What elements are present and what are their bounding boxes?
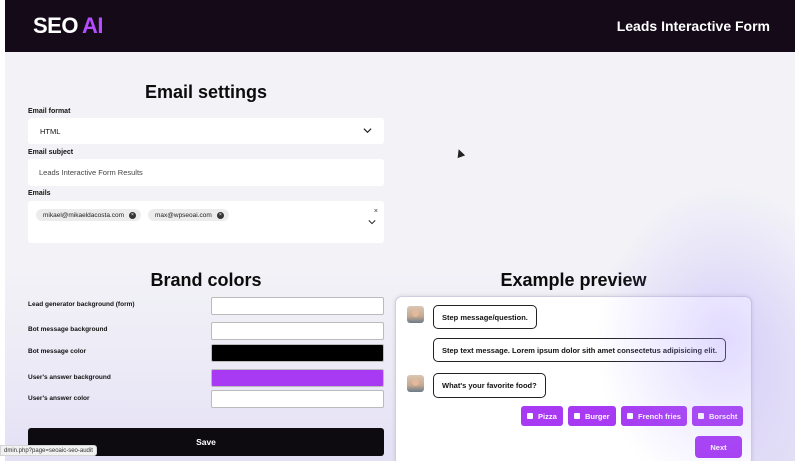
app-frame: SEO AI Leads Interactive Form Email sett…: [5, 0, 795, 461]
mouse-cursor-icon: [454, 147, 466, 159]
option-label: Burger: [585, 411, 610, 421]
top-header: SEO AI Leads Interactive Form: [5, 0, 795, 52]
remove-chip-icon[interactable]: ×: [129, 211, 137, 219]
email-subject-label: Email subject: [28, 149, 74, 156]
page-title: Leads Interactive Form: [616, 18, 770, 34]
brand-colors-heading: Brand colors: [150, 270, 262, 290]
option-label: French fries: [638, 411, 681, 421]
email-format-value: HTML: [40, 126, 61, 136]
clear-all-icon[interactable]: ×: [374, 208, 378, 215]
email-subject-input[interactable]: Leads Interactive Form Results: [28, 159, 384, 186]
option-pizza[interactable]: Pizza: [521, 406, 563, 426]
bot-question-bubble: What's your favorite food?: [433, 373, 546, 398]
bot-message-bubble: Step message/question.: [433, 305, 537, 329]
next-button[interactable]: Next: [695, 436, 742, 458]
email-format-select[interactable]: HTML: [28, 118, 384, 144]
email-format-label: Email format: [28, 108, 71, 115]
remove-chip-icon[interactable]: ×: [216, 211, 224, 219]
checkbox-icon: [627, 413, 633, 419]
bot-bg-color-swatch[interactable]: [211, 322, 384, 340]
status-bar-url: dmin.php?page=seoaic-seo-audit: [0, 445, 97, 456]
brand-color-label: User's answer background: [28, 374, 111, 381]
option-label: Pizza: [538, 411, 557, 421]
logo-seo-text: SEO: [33, 13, 78, 38]
option-french-fries[interactable]: French fries: [621, 406, 687, 426]
emails-multiselect[interactable]: mikael@mikaeldacosta.com × max@wpseoai.c…: [28, 201, 384, 243]
email-chip: max@wpseoai.com ×: [148, 209, 229, 221]
user-text-color-swatch[interactable]: [211, 390, 384, 408]
bot-avatar: [407, 306, 424, 323]
bot-avatar: [407, 375, 424, 392]
email-chip-text: max@wpseoai.com: [155, 211, 212, 219]
logo-ai-text: AI: [81, 13, 104, 38]
example-preview-heading: Example preview: [500, 270, 647, 290]
chat-preview-panel: Step message/question. Step text message…: [395, 296, 752, 461]
checkbox-icon: [698, 413, 704, 419]
brand-color-label: User's answer color: [28, 395, 90, 402]
brand-color-label: Bot message background: [28, 326, 108, 333]
option-label: Borscht: [709, 411, 738, 421]
checkbox-icon: [527, 413, 533, 419]
chevron-down-icon: [363, 128, 372, 134]
user-bg-color-swatch[interactable]: [211, 369, 384, 387]
option-burger[interactable]: Burger: [568, 406, 616, 426]
email-settings-heading: Email settings: [144, 82, 268, 102]
option-borscht[interactable]: Borscht: [692, 406, 744, 426]
brand-color-label: Bot message color: [28, 348, 87, 355]
email-chip-text: mikael@mikaeldacosta.com: [43, 211, 125, 219]
bot-text-color-swatch[interactable]: [211, 344, 384, 362]
checkbox-icon: [574, 413, 580, 419]
emails-label: Emails: [28, 190, 51, 197]
brand-color-label: Lead generator background (form): [28, 301, 135, 308]
seo-ai-logo[interactable]: SEO AI: [33, 13, 103, 39]
email-subject-value: Leads Interactive Form Results: [39, 168, 143, 177]
chevron-down-icon[interactable]: [368, 218, 376, 226]
lead-bg-color-swatch[interactable]: [211, 297, 384, 315]
bot-message-bubble: Step text message. Lorem ipsum dolor sit…: [433, 338, 727, 362]
email-chip: mikael@mikaeldacosta.com ×: [36, 209, 142, 221]
